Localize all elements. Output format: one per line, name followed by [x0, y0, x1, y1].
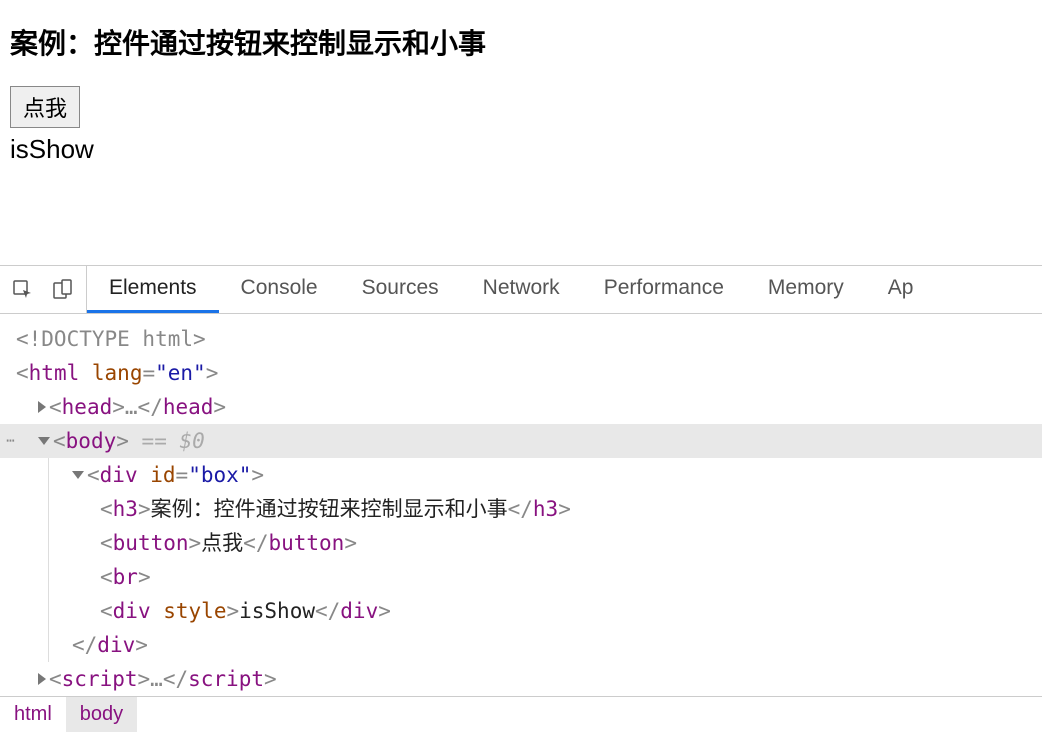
- gutter-dots-icon[interactable]: ⋯: [0, 424, 20, 458]
- tab-elements[interactable]: Elements: [87, 266, 219, 313]
- tab-network[interactable]: Network: [461, 266, 582, 313]
- dom-line-doctype[interactable]: <!DOCTYPE html>: [0, 322, 1042, 356]
- page-heading: 案例：控件通过按钮来控制显示和小事: [10, 22, 1032, 62]
- expand-arrow-icon[interactable]: [38, 401, 46, 413]
- device-toolbar-icon[interactable]: [52, 279, 74, 301]
- collapse-arrow-icon[interactable]: [72, 471, 84, 479]
- devtools-toolbar: Elements Console Sources Network Perform…: [0, 266, 1042, 314]
- breadcrumb-html[interactable]: html: [0, 697, 66, 732]
- expand-arrow-icon[interactable]: [38, 673, 46, 685]
- tab-memory[interactable]: Memory: [746, 266, 866, 313]
- page-content: 案例：控件通过按钮来控制显示和小事 点我 isShow: [0, 0, 1042, 175]
- dom-line-h3[interactable]: <h3>案例：控件通过按钮来控制显示和小事</h3>: [0, 492, 1042, 526]
- dom-breadcrumb: html body: [0, 696, 1042, 732]
- devtools-panel: Elements Console Sources Network Perform…: [0, 265, 1042, 732]
- breadcrumb-body[interactable]: body: [66, 697, 137, 732]
- tab-sources[interactable]: Sources: [340, 266, 461, 313]
- tab-performance[interactable]: Performance: [582, 266, 746, 313]
- dom-tree[interactable]: <!DOCTYPE html> <html lang="en"> <head>……: [0, 314, 1042, 696]
- collapse-arrow-icon[interactable]: [38, 437, 50, 445]
- dom-line-div-box-close[interactable]: </div>: [0, 628, 1042, 662]
- dom-line-br[interactable]: <br>: [0, 560, 1042, 594]
- tab-application-truncated[interactable]: Ap: [866, 266, 936, 313]
- dom-line-div-style[interactable]: <div style>isShow</div>: [0, 594, 1042, 628]
- dom-line-body[interactable]: ⋯ <body> == $0: [0, 424, 1042, 458]
- toolbar-icons: [0, 266, 87, 313]
- dom-line-html-open[interactable]: <html lang="en">: [0, 356, 1042, 390]
- dom-line-head[interactable]: <head>…</head>: [0, 390, 1042, 424]
- dom-line-div-box-open[interactable]: <div id="box">: [0, 458, 1042, 492]
- dom-line-button[interactable]: <button>点我</button>: [0, 526, 1042, 560]
- tab-console[interactable]: Console: [219, 266, 340, 313]
- click-me-button[interactable]: 点我: [10, 86, 80, 128]
- is-show-text: isShow: [10, 134, 1032, 165]
- devtools-tabs: Elements Console Sources Network Perform…: [87, 266, 935, 313]
- dom-line-script[interactable]: <script>…</script>: [0, 662, 1042, 696]
- inspect-element-icon[interactable]: [12, 279, 34, 301]
